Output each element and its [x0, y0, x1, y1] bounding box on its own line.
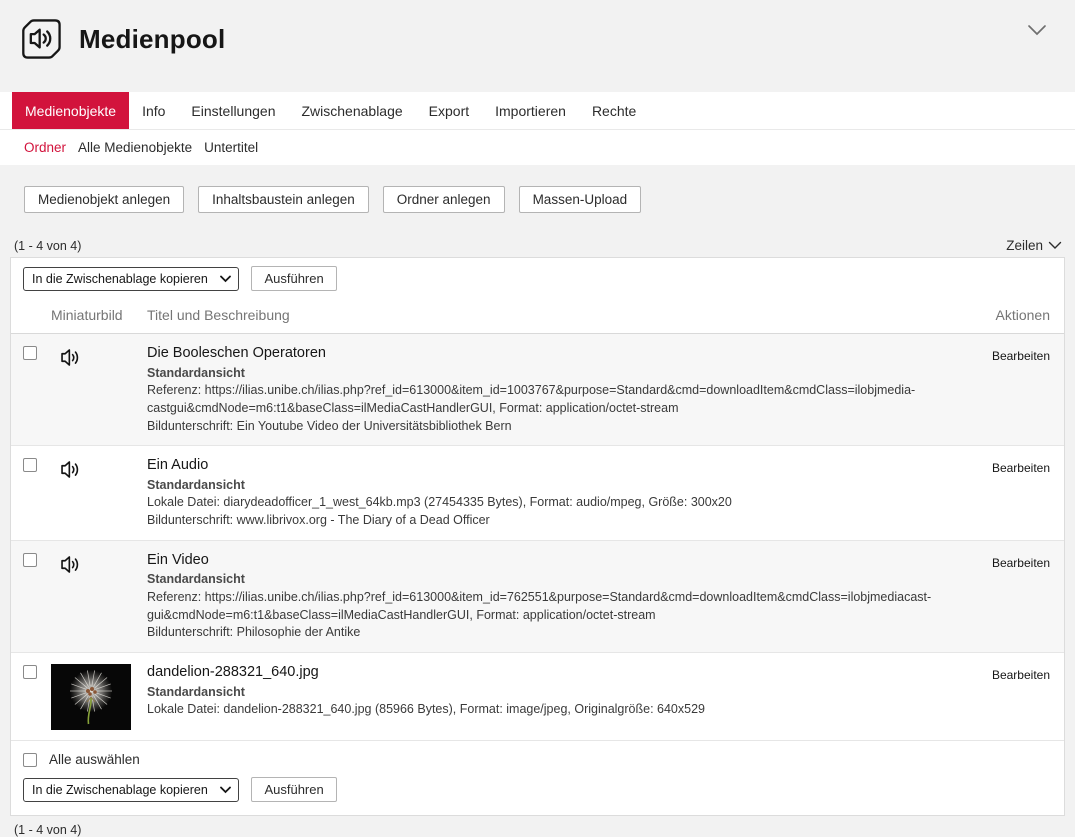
media-detail-line: Bildunterschrift: www.librivox.org - The…: [147, 512, 960, 530]
speaker-icon: [58, 345, 83, 370]
table-row: Ein Video Standardansicht Referenz: http…: [11, 541, 1064, 653]
rows-dropdown[interactable]: Zeilen: [1006, 238, 1062, 253]
select-all-label: Alle auswählen: [49, 752, 140, 767]
bulk-action-select[interactable]: In die Zwischenablage kopieren: [23, 267, 239, 291]
pagination-top: (1 - 4 von 4): [14, 239, 81, 253]
tab-bar: Medienobjekte Info Einstellungen Zwische…: [0, 92, 1075, 129]
create-media-object-button[interactable]: Medienobjekt anlegen: [24, 186, 184, 213]
media-view-label: Standardansicht: [147, 477, 960, 495]
tab-rechte[interactable]: Rechte: [579, 92, 649, 129]
column-thumbnail: Miniaturbild: [51, 307, 147, 323]
media-detail-line: Bildunterschrift: Ein Youtube Video der …: [147, 418, 960, 436]
tab-zwischenablage[interactable]: Zwischenablage: [288, 92, 415, 129]
table-row: Ein Audio Standardansicht Lokale Datei: …: [11, 446, 1064, 541]
table-header: Miniaturbild Titel und Beschreibung Akti…: [11, 297, 1064, 334]
speaker-icon: [58, 552, 83, 577]
tab-importieren[interactable]: Importieren: [482, 92, 579, 129]
column-actions: Aktionen: [960, 307, 1050, 323]
speaker-icon: [58, 457, 83, 482]
media-detail-line: Bildunterschrift: Philosophie der Antike: [147, 624, 960, 642]
media-view-label: Standardansicht: [147, 365, 960, 383]
toolbar: Medienobjekt anlegen Inhaltsbaustein anl…: [24, 186, 1075, 213]
chevron-down-icon[interactable]: [1027, 24, 1047, 37]
bulk-action-bar-top: In die Zwischenablage kopieren Ausführen: [11, 258, 1064, 297]
tab-medienobjekte[interactable]: Medienobjekte: [12, 92, 129, 129]
edit-link[interactable]: Bearbeiten: [992, 668, 1050, 682]
media-detail-line: Lokale Datei: diarydeadofficer_1_west_64…: [147, 494, 960, 512]
bulk-action-bar-bottom: In die Zwischenablage kopieren Ausführen: [11, 769, 1064, 815]
chevron-down-icon: [1048, 241, 1062, 250]
media-table: In die Zwischenablage kopieren Ausführen…: [10, 257, 1065, 816]
execute-button[interactable]: Ausführen: [251, 777, 336, 802]
tab-einstellungen[interactable]: Einstellungen: [178, 92, 288, 129]
media-title: Ein Audio: [147, 456, 960, 476]
media-detail-line: Lokale Datei: dandelion-288321_640.jpg (…: [147, 701, 960, 719]
media-detail-line: Referenz: https://ilias.unibe.ch/ilias.p…: [147, 589, 960, 607]
rows-label: Zeilen: [1006, 238, 1043, 253]
edit-link[interactable]: Bearbeiten: [992, 349, 1050, 363]
subtab-alle-medienobjekte[interactable]: Alle Medienobjekte: [78, 140, 192, 155]
execute-button[interactable]: Ausführen: [251, 266, 336, 291]
select-all-row: Alle auswählen: [11, 741, 1064, 769]
edit-link[interactable]: Bearbeiten: [992, 461, 1050, 475]
column-title: Titel und Beschreibung: [147, 307, 960, 323]
mediapool-icon: [18, 16, 64, 62]
media-detail-line: Referenz: https://ilias.unibe.ch/ilias.p…: [147, 382, 960, 400]
select-all-checkbox[interactable]: [23, 753, 37, 767]
pagination-bottom: (1 - 4 von 4): [14, 823, 1075, 837]
bulk-action-select[interactable]: In die Zwischenablage kopieren: [23, 778, 239, 802]
subtab-bar: Ordner Alle Medienobjekte Untertitel: [0, 129, 1075, 165]
media-title: Die Booleschen Operatoren: [147, 344, 960, 364]
media-detail-line: gui&cmdNode=m6:t1&baseClass=ilMediaCastH…: [147, 607, 960, 625]
row-checkbox[interactable]: [23, 665, 37, 679]
create-content-snippet-button[interactable]: Inhaltsbaustein anlegen: [198, 186, 369, 213]
window-header: Medienpool: [0, 0, 1075, 92]
media-title: Ein Video: [147, 551, 960, 571]
table-row: dandelion-288321_640.jpg Standardansicht…: [11, 653, 1064, 741]
row-checkbox[interactable]: [23, 553, 37, 567]
pagination-row-top: (1 - 4 von 4) Zeilen: [14, 238, 1062, 253]
dandelion-image: [51, 664, 131, 730]
table-row: Die Booleschen Operatoren Standardansich…: [11, 334, 1064, 446]
subtab-untertitel[interactable]: Untertitel: [204, 140, 258, 155]
create-folder-button[interactable]: Ordner anlegen: [383, 186, 505, 213]
media-view-label: Standardansicht: [147, 571, 960, 589]
row-checkbox[interactable]: [23, 346, 37, 360]
media-detail-line: castgui&cmdNode=m6:t1&baseClass=ilMediaC…: [147, 400, 960, 418]
tab-export[interactable]: Export: [416, 92, 482, 129]
bulk-upload-button[interactable]: Massen-Upload: [519, 186, 642, 213]
subtab-ordner[interactable]: Ordner: [24, 140, 66, 155]
row-checkbox[interactable]: [23, 458, 37, 472]
tab-info[interactable]: Info: [129, 92, 178, 129]
page-title: Medienpool: [79, 24, 225, 55]
media-title: dandelion-288321_640.jpg: [147, 663, 960, 683]
media-view-label: Standardansicht: [147, 684, 960, 702]
edit-link[interactable]: Bearbeiten: [992, 556, 1050, 570]
